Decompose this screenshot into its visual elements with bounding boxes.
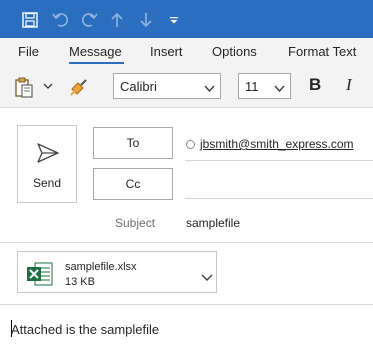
cc-field[interactable] [185,198,373,199]
header-divider [0,242,373,243]
recipient-email[interactable]: jbsmith@smith_express.com [200,137,354,151]
send-icon [36,142,60,169]
paste-dropdown-chevron-icon[interactable] [41,79,55,93]
subject-field[interactable]: samplefile [186,216,240,230]
undo-icon[interactable] [50,9,72,31]
tab-options[interactable]: Options [212,44,257,59]
arrow-up-icon[interactable] [106,9,128,31]
attachment-divider [0,304,373,305]
chevron-down-icon [204,81,215,96]
paste-icon[interactable] [12,75,36,99]
send-label: Send [32,176,62,190]
attachment-card[interactable]: samplefile.xlsx 13 KB [17,251,217,293]
send-button[interactable]: Send [17,125,77,203]
font-name-value: Calibri [120,78,157,94]
chevron-down-icon [274,81,285,96]
tab-format-text[interactable]: Format Text [288,44,356,59]
attachment-size: 13 KB [65,276,95,288]
presence-status-icon [186,139,195,149]
cc-button[interactable]: Cc [93,168,173,200]
bold-button[interactable]: B [309,75,321,95]
active-tab-indicator [69,62,124,64]
to-field-underline [185,160,373,161]
redo-icon[interactable] [78,9,100,31]
arrow-down-icon[interactable] [135,9,157,31]
tab-message[interactable]: Message [69,44,122,59]
to-button[interactable]: To [93,127,173,159]
customize-qat-icon[interactable] [163,9,185,31]
italic-button[interactable]: I [346,75,352,95]
save-icon[interactable] [19,9,41,31]
ribbon-tabs: File Message Insert Options Format Text [0,38,373,65]
quick-access-toolbar [0,0,373,38]
ribbon-toolbar: Calibri 11 B I [0,65,373,108]
to-recipient[interactable]: jbsmith@smith_express.com [186,137,354,151]
tab-insert[interactable]: Insert [150,44,183,59]
subject-label: Subject [115,216,156,230]
font-name-select[interactable]: Calibri [113,73,221,99]
font-size-select[interactable]: 11 [238,73,291,99]
excel-file-icon [26,261,54,292]
tab-file[interactable]: File [18,44,39,59]
attachment-options-chevron-icon[interactable] [201,269,213,287]
font-size-value: 11 [245,78,259,94]
attachment-name: samplefile.xlsx [65,261,137,273]
format-painter-icon[interactable] [67,75,91,99]
message-body[interactable]: Attached is the samplefile [11,322,159,337]
